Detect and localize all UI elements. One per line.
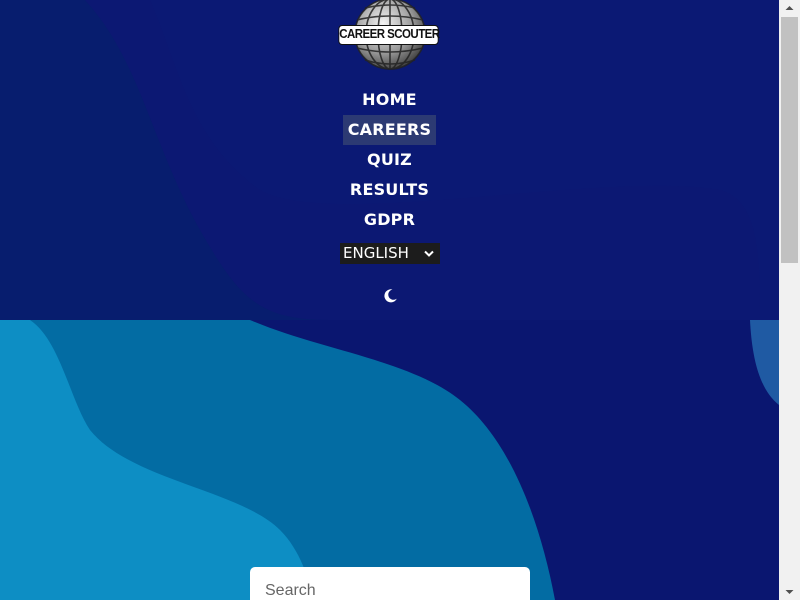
career-scouter-logo[interactable]: CAREER SCOUTER	[333, 0, 446, 72]
main-nav: HOME CAREERS QUIZ RESULTS GDPR	[0, 85, 779, 235]
scrollbar-thumb[interactable]	[781, 17, 798, 263]
nav-item-gdpr: GDPR	[0, 205, 779, 235]
nav-link-home[interactable]: HOME	[357, 85, 422, 115]
dark-mode-toggle[interactable]	[381, 287, 399, 305]
scroll-up-arrow-icon	[785, 6, 794, 10]
scroll-down-arrow-icon	[785, 590, 794, 594]
nav-item-careers: CAREERS	[0, 115, 779, 145]
search-input[interactable]	[250, 567, 530, 600]
language-selected-label: ENGLISH	[343, 244, 409, 262]
nav-link-careers[interactable]: CAREERS	[342, 115, 437, 145]
logo-text: CAREER SCOUTER	[338, 25, 440, 45]
nav-item-quiz: QUIZ	[0, 145, 779, 175]
nav-item-home: HOME	[0, 85, 779, 115]
language-select[interactable]: ENGLISH	[340, 243, 440, 264]
page-viewport: CAREER SCOUTER HOME CAREERS QUIZ RESULTS…	[0, 0, 779, 600]
nav-link-quiz[interactable]: QUIZ	[362, 145, 417, 175]
moon-icon	[384, 289, 397, 303]
scroll-down-button[interactable]	[779, 583, 800, 600]
vertical-scrollbar[interactable]	[779, 0, 800, 600]
nav-item-results: RESULTS	[0, 175, 779, 205]
nav-link-gdpr[interactable]: GDPR	[359, 205, 420, 235]
scroll-up-button[interactable]	[779, 0, 800, 17]
chevron-down-icon	[424, 250, 434, 257]
nav-link-results[interactable]: RESULTS	[345, 175, 434, 205]
